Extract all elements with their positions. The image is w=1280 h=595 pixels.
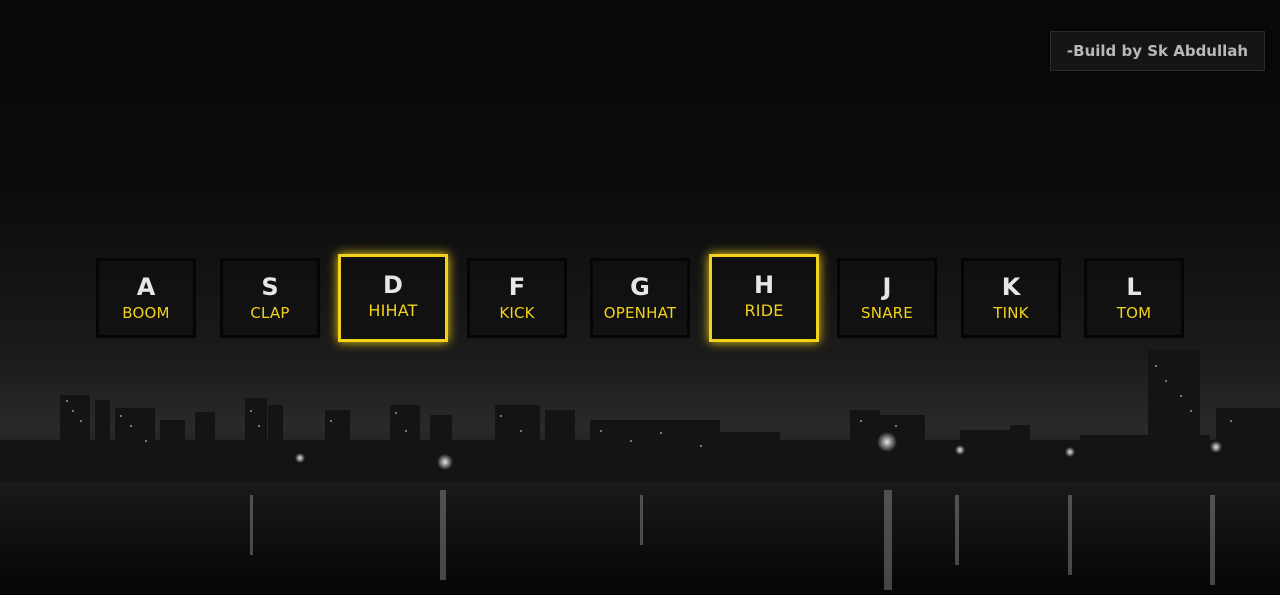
key-sound-label: OPENHAT <box>603 304 677 322</box>
drum-key-s[interactable]: S CLAP <box>220 258 320 338</box>
author-credit-badge: -Build by Sk Abdullah <box>1050 31 1265 71</box>
key-sound-label: TINK <box>993 304 1029 322</box>
key-letter: H <box>753 271 775 299</box>
drum-key-f[interactable]: F KICK <box>467 258 567 338</box>
key-letter: L <box>1126 273 1142 301</box>
key-letter: G <box>630 273 650 301</box>
key-sound-label: KICK <box>499 304 535 322</box>
drum-key-a[interactable]: A BOOM <box>96 258 196 338</box>
key-letter: J <box>882 273 892 301</box>
drum-key-l[interactable]: L TOM <box>1084 258 1184 338</box>
key-sound-label: BOOM <box>122 304 170 322</box>
key-sound-label: TOM <box>1116 304 1152 322</box>
key-sound-label: SNARE <box>861 304 913 322</box>
key-sound-label: HIHAT <box>368 301 418 320</box>
drum-key-j[interactable]: J SNARE <box>837 258 937 338</box>
key-sound-label: RIDE <box>744 301 784 320</box>
key-letter: S <box>261 273 279 301</box>
key-letter: K <box>1001 273 1021 301</box>
key-letter: A <box>136 273 156 301</box>
drum-key-g[interactable]: G OPENHAT <box>590 258 690 338</box>
key-letter: F <box>508 273 526 301</box>
drum-key-d[interactable]: D HIHAT <box>338 254 448 342</box>
drum-key-k[interactable]: K TINK <box>961 258 1061 338</box>
drum-kit-page: -Build by Sk Abdullah A BOOM S CLAP D HI… <box>0 0 1280 595</box>
key-letter: D <box>383 271 403 299</box>
drum-key-h[interactable]: H RIDE <box>709 254 819 342</box>
key-sound-label: CLAP <box>250 304 290 322</box>
